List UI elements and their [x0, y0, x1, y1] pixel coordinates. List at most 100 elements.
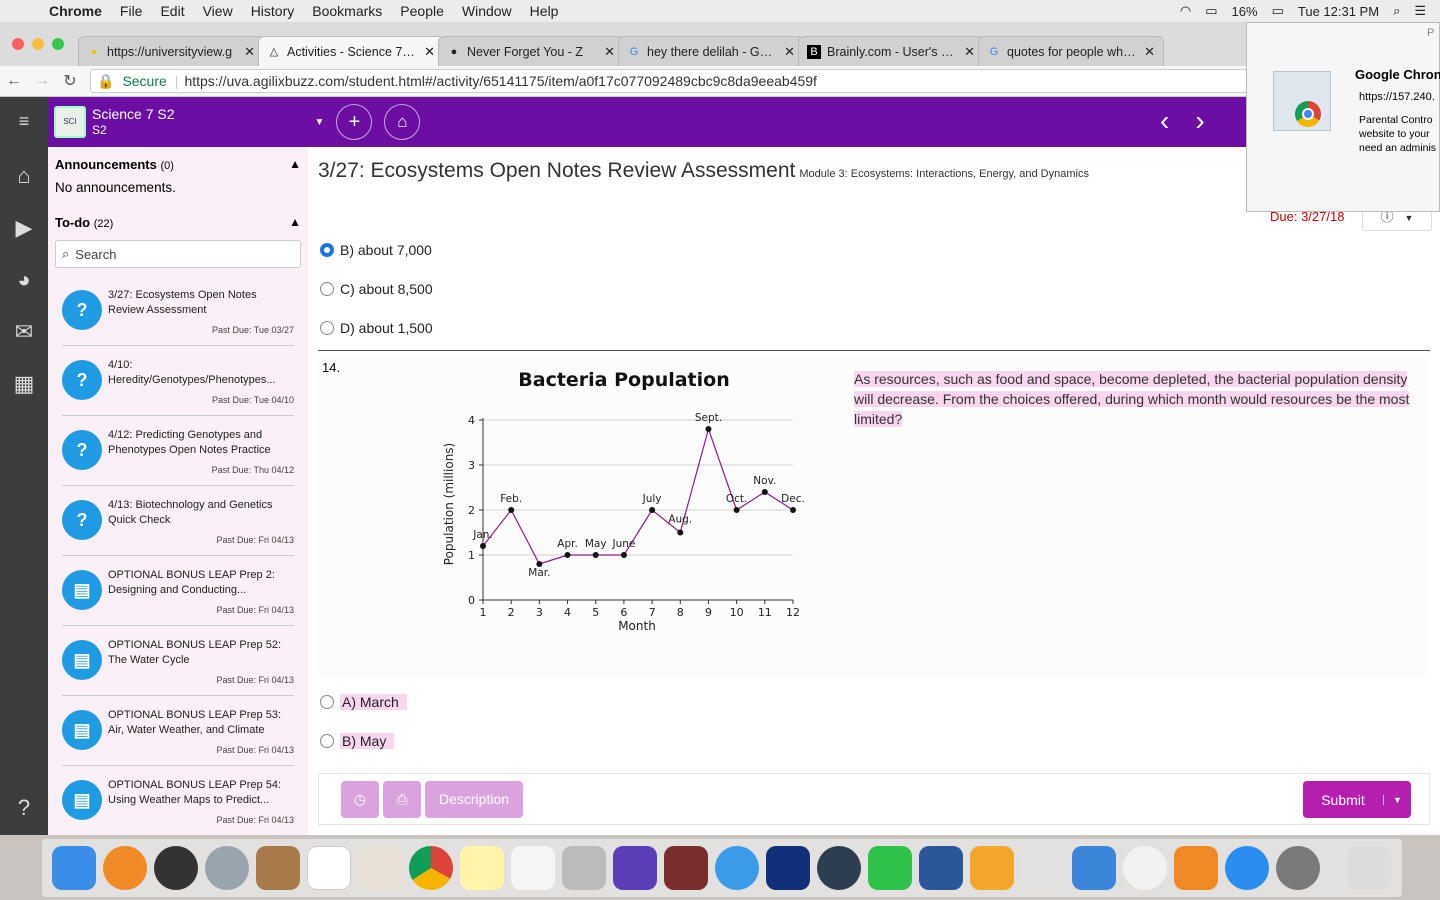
tab-universityview[interactable]: ● https://universityview.g ✕ — [78, 36, 264, 66]
word-icon[interactable] — [919, 846, 963, 890]
reminders-icon[interactable] — [511, 846, 555, 890]
notification-center-icon[interactable]: ☰ — [1414, 3, 1426, 19]
radio[interactable] — [320, 734, 334, 748]
messages-icon[interactable] — [715, 846, 759, 890]
spotlight-icon[interactable]: ⌕ — [1393, 3, 1400, 19]
answer-option[interactable]: B) about 7,000 — [320, 242, 432, 258]
calendar-icon[interactable]: ▦ — [0, 371, 48, 397]
chevron-up-icon[interactable]: ▲ — [289, 215, 301, 230]
add-button[interactable]: + — [336, 104, 373, 140]
contacts-icon[interactable] — [256, 846, 300, 890]
menu-window[interactable]: Window — [453, 3, 521, 19]
radio-selected[interactable] — [320, 243, 334, 257]
description-button[interactable]: Description — [425, 781, 523, 818]
clock[interactable]: Tue 12:31 PM — [1298, 4, 1379, 19]
todo-item[interactable]: ? 4/10: Heredity/Genotypes/Phenotypes... P… — [62, 346, 294, 416]
menu-history[interactable]: History — [242, 3, 304, 19]
todo-item[interactable]: ▤ OPTIONAL BONUS LEAP Prep 2: Designing a… — [62, 556, 294, 626]
home-icon[interactable]: ⌂ — [0, 163, 48, 189]
timer-button[interactable]: ◷ — [341, 781, 379, 818]
numbers-icon[interactable] — [1021, 846, 1065, 890]
chrome-dock-icon[interactable] — [409, 846, 453, 890]
airplay-icon[interactable]: ▭ — [1205, 3, 1217, 19]
close-tab-icon[interactable]: ✕ — [784, 44, 795, 60]
todo-item[interactable]: ? 4/13: Biotechnology and Genetics Quick … — [62, 486, 294, 556]
todo-search-input[interactable]: ⌕ Search — [55, 240, 301, 268]
pages-icon[interactable] — [970, 846, 1014, 890]
siri-icon[interactable] — [154, 846, 198, 890]
tab-activities[interactable]: △ Activities - Science 7 S2 ✕ — [258, 36, 444, 66]
answer-option[interactable]: D) about 1,500 — [320, 320, 433, 336]
previous-item-icon[interactable]: ‹ — [1160, 105, 1169, 137]
answer-option[interactable]: B) May — [320, 733, 395, 749]
battery-percent[interactable]: 16% — [1232, 4, 1258, 19]
todo-item[interactable]: ▤ OPTIONAL BONUS LEAP Prep 52: The Water … — [62, 626, 294, 696]
facetime-icon[interactable] — [868, 846, 912, 890]
chevron-down-icon[interactable]: ▼ — [315, 117, 325, 128]
ibooks-icon[interactable] — [1174, 846, 1218, 890]
todo-item[interactable]: ▤ OPTIONAL BONUS LEAP Prep 54: Using Weat… — [62, 766, 294, 835]
url-field[interactable]: 🔒 Secure | https://uva.agilixbuzz.com/st… — [90, 69, 1440, 93]
submit-button[interactable]: Submit ▼ — [1303, 781, 1411, 818]
tab-brainly[interactable]: B Brainly.com - User's pro ✕ — [798, 36, 984, 66]
tab-hey-there-delilah[interactable]: Ghey there delilah - Goog ✕ — [618, 36, 804, 66]
photo-booth-icon[interactable] — [664, 846, 708, 890]
course-home-button[interactable]: ⌂ — [384, 104, 421, 140]
menu-file[interactable]: File — [111, 3, 152, 19]
screenshot-icon[interactable] — [562, 846, 606, 890]
chrome-notification[interactable]: P Google Chron https://157.240. Parental… — [1246, 22, 1440, 212]
todo-item[interactable]: ? 3/27: Ecosystems Open Notes Review Asse… — [62, 276, 294, 346]
itunes-icon[interactable] — [1123, 846, 1167, 890]
mail-icon[interactable]: ✉ — [0, 319, 48, 345]
trash-icon[interactable] — [1347, 846, 1391, 890]
imovie-icon[interactable] — [613, 846, 657, 890]
menu-help[interactable]: Help — [521, 3, 568, 19]
chevron-down-icon[interactable]: ▼ — [1383, 794, 1411, 805]
announcements-header[interactable]: Announcements (0) ▲ — [48, 147, 308, 172]
todo-item[interactable]: ? 4/12: Predicting Genotypes and Phenotyp… — [62, 416, 294, 486]
notes-icon[interactable] — [460, 846, 504, 890]
close-tab-icon[interactable]: ✕ — [604, 44, 615, 60]
drc-insight-icon[interactable] — [766, 846, 810, 890]
close-window-button[interactable] — [12, 38, 24, 50]
minimize-window-button[interactable] — [32, 38, 44, 50]
maximize-window-button[interactable] — [52, 38, 64, 50]
close-tab-icon[interactable]: ✕ — [424, 44, 435, 60]
chevron-up-icon[interactable]: ▲ — [289, 157, 301, 172]
play-icon[interactable]: ▶ — [0, 215, 48, 241]
battery-icon[interactable]: ▭ — [1272, 3, 1284, 19]
close-tab-icon[interactable]: ✕ — [964, 44, 975, 60]
menu-people[interactable]: People — [391, 3, 453, 19]
close-tab-icon[interactable]: ✕ — [244, 44, 255, 60]
wifi-icon[interactable]: ◠ — [1180, 3, 1191, 19]
menu-bookmarks[interactable]: Bookmarks — [303, 3, 391, 19]
radio[interactable] — [320, 282, 334, 296]
help-icon[interactable]: ? — [0, 795, 48, 821]
answer-option[interactable]: A) March — [320, 694, 407, 710]
radio[interactable] — [320, 321, 334, 335]
keynote-icon[interactable] — [1072, 846, 1116, 890]
next-item-icon[interactable]: › — [1195, 105, 1204, 137]
tab-never-forget-you[interactable]: ● Never Forget You - Z ✕ — [438, 36, 624, 66]
menu-app[interactable]: Chrome — [40, 3, 111, 19]
app-store-icon[interactable] — [1225, 846, 1269, 890]
finder-icon[interactable] — [52, 846, 96, 890]
course-selector[interactable]: Science 7 S2 S2 — [92, 106, 175, 138]
menu-view[interactable]: View — [194, 3, 242, 19]
todo-item[interactable]: ▤ OPTIONAL BONUS LEAP Prep 53: Air, Water… — [62, 696, 294, 766]
reload-icon[interactable]: ↻ — [56, 71, 84, 91]
menu-icon[interactable]: ≡ — [0, 111, 48, 132]
app-icon[interactable] — [103, 846, 147, 890]
tab-quotes[interactable]: Gquotes for people who a ✕ — [978, 36, 1164, 66]
close-tab-icon[interactable]: ✕ — [1144, 44, 1155, 60]
todo-header[interactable]: To-do (22) ▲ — [48, 195, 308, 230]
quicktime-icon[interactable] — [817, 846, 861, 890]
system-preferences-icon[interactable] — [1276, 846, 1320, 890]
launchpad-icon[interactable] — [205, 846, 249, 890]
calendar-app-icon[interactable] — [307, 846, 351, 890]
forward-icon[interactable]: → — [28, 72, 56, 90]
photos-icon[interactable] — [358, 846, 402, 890]
back-icon[interactable]: ← — [0, 72, 28, 90]
answer-option[interactable]: C) about 8,500 — [320, 281, 433, 297]
menu-edit[interactable]: Edit — [151, 3, 193, 19]
